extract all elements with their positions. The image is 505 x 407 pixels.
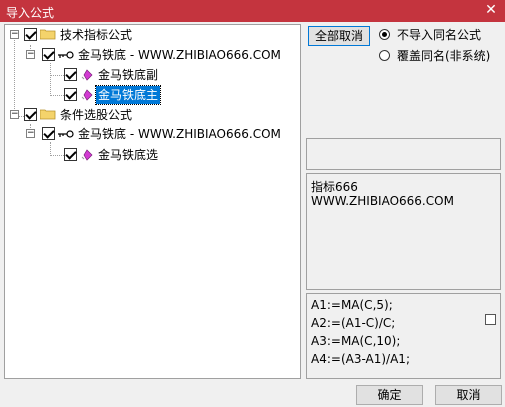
title-bar: 导入公式 ✕ (0, 0, 505, 22)
tree-node-package[interactable]: − 金马铁底 - WWW.ZHIBIAO666.COM (5, 125, 295, 143)
node-checkbox[interactable] (24, 28, 37, 41)
node-checkbox[interactable] (64, 68, 77, 81)
close-icon[interactable]: ✕ (483, 2, 499, 18)
formula-code-panel: A1:=MA(C,5); A2:=(A1-C)/C; A3:=MA(C,10);… (306, 293, 501, 379)
tree-node-formula-selected[interactable]: 金马铁底主 (5, 85, 295, 105)
collapse-icon[interactable]: − (26, 50, 35, 59)
collapse-icon[interactable]: − (10, 110, 19, 119)
folder-icon (40, 109, 56, 120)
tree-node-category[interactable]: − 条件选股公式 (5, 106, 295, 124)
ok-button[interactable]: 确定 (356, 385, 423, 405)
deselect-all-button[interactable]: 全部取消 (308, 26, 370, 46)
collapse-icon[interactable]: − (10, 30, 19, 39)
skip-same-name-radio[interactable] (379, 29, 390, 40)
formula-icon (81, 69, 93, 81)
folder-icon (40, 29, 56, 40)
cancel-button[interactable]: 取消 (435, 385, 502, 405)
node-checkbox[interactable] (64, 88, 77, 101)
node-checkbox[interactable] (24, 108, 37, 121)
tree-node-label: 金马铁底 - WWW.ZHIBIAO666.COM (78, 48, 281, 62)
skip-same-name-option[interactable]: 不导入同名公式 (379, 27, 503, 43)
tree-node-package[interactable]: − 金马铁底 - WWW.ZHIBIAO666.COM (5, 46, 295, 64)
overwrite-same-name-label: 覆盖同名(非系统) (397, 49, 491, 63)
tree-node-label: 金马铁底主 (94, 85, 162, 105)
overwrite-same-name-option[interactable]: 覆盖同名(非系统) (379, 48, 503, 64)
tree-node-label: 技术指标公式 (60, 28, 133, 42)
key-icon (58, 130, 74, 138)
formula-icon (81, 149, 93, 161)
code-line: A2:=(A1-C)/C; (311, 316, 396, 330)
code-line: A3:=MA(C,10); (311, 334, 401, 348)
key-icon (58, 51, 74, 59)
code-checkbox[interactable] (485, 314, 496, 325)
description-line: WWW.ZHIBIAO666.COM (311, 194, 454, 208)
formula-icon (81, 89, 93, 101)
tree-node-category[interactable]: − 技术指标公式 (5, 26, 295, 44)
node-checkbox[interactable] (42, 127, 55, 140)
tree-node-label: 条件选股公式 (60, 108, 133, 122)
tree-node-label: 金马铁底副 (98, 68, 159, 82)
tree-node-label: 金马铁底选 (98, 148, 159, 162)
info-panel (306, 138, 501, 170)
node-checkbox[interactable] (64, 148, 77, 161)
node-checkbox[interactable] (42, 48, 55, 61)
skip-same-name-label: 不导入同名公式 (397, 28, 482, 42)
code-line: A4:=(A3-A1)/A1; (311, 352, 410, 366)
tree-node-label: 金马铁底 - WWW.ZHIBIAO666.COM (78, 127, 281, 141)
tree-node-formula[interactable]: 金马铁底选 (5, 146, 295, 164)
code-line: A1:=MA(C,5); (311, 298, 393, 312)
window-title: 导入公式 (6, 6, 55, 20)
overwrite-same-name-radio[interactable] (379, 50, 390, 61)
tree-node-formula[interactable]: 金马铁底副 (5, 66, 295, 84)
description-line: 指标666 (311, 180, 358, 194)
collapse-icon[interactable]: − (26, 129, 35, 138)
description-panel: 指标666 WWW.ZHIBIAO666.COM (306, 173, 501, 290)
formula-tree[interactable]: − 技术指标公式 − 金马铁底 - WWW.ZHIBIAO666.COM 金马铁… (4, 24, 301, 379)
